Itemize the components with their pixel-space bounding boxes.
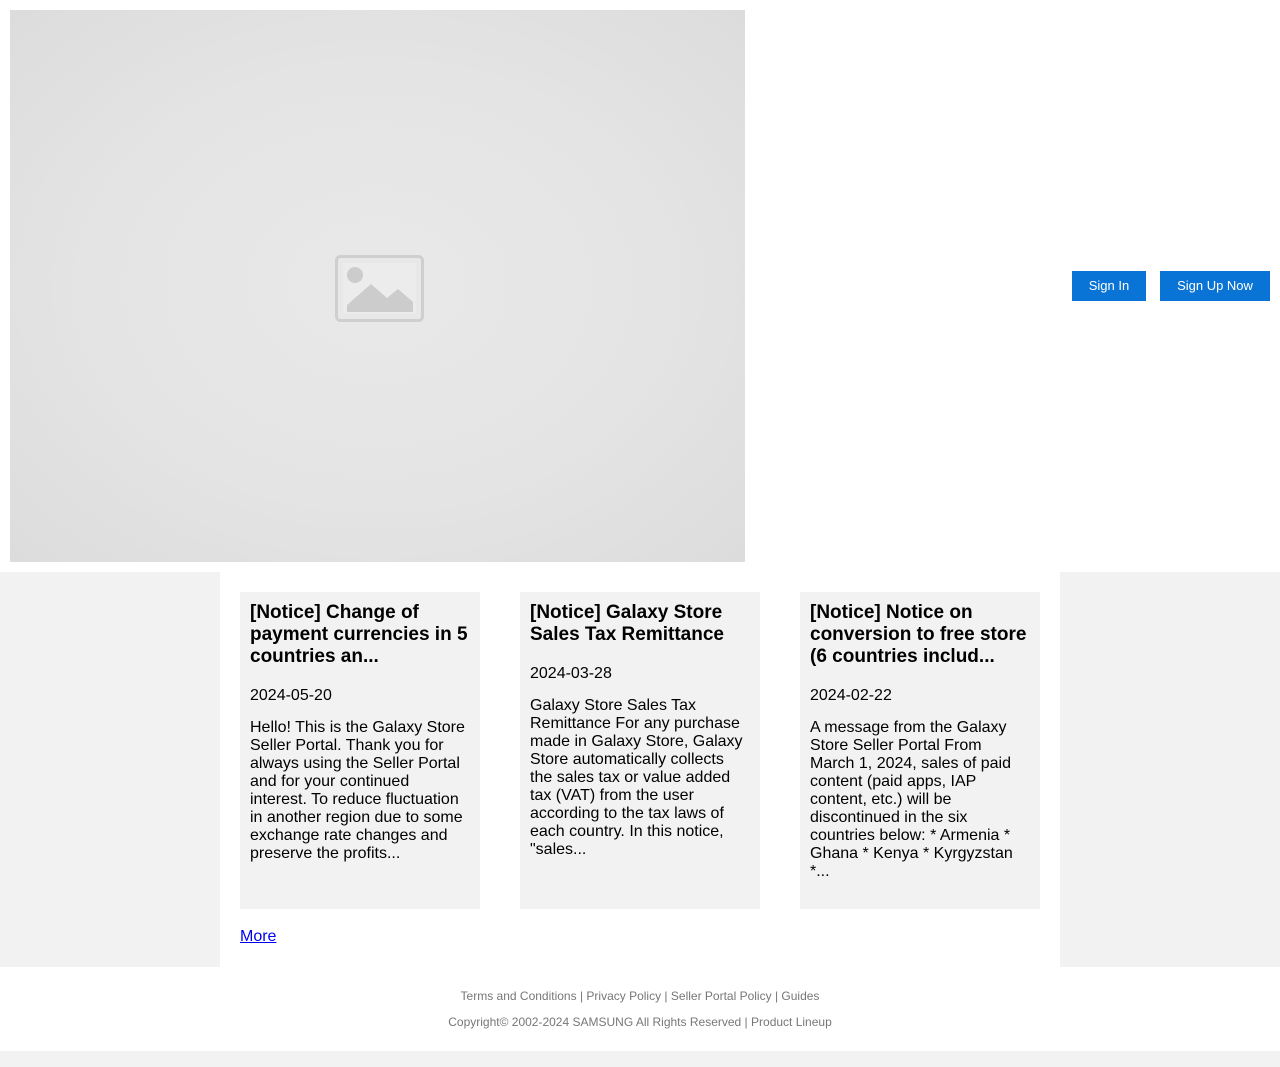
notice-title[interactable]: [Notice] Change of payment currencies in… <box>250 602 470 668</box>
notice-title[interactable]: [Notice] Galaxy Store Sales Tax Remittan… <box>530 602 750 646</box>
footer-copyright-row: Copyright© 2002-2024 SAMSUNG All Rights … <box>0 1015 1280 1029</box>
footer-separator: | <box>741 1015 752 1029</box>
copyright-text: Copyright© 2002-2024 SAMSUNG All Rights … <box>448 1015 742 1029</box>
hero-image <box>10 10 745 562</box>
footer-separator: | <box>661 989 671 1003</box>
more-notices-link[interactable]: More <box>240 928 276 946</box>
footer: Terms and Conditions | Privacy Policy | … <box>0 967 1280 1051</box>
footer-separator: | <box>771 989 782 1003</box>
notice-summary: Galaxy Store Sales Tax Remittance For an… <box>530 697 743 858</box>
guides-link[interactable]: Guides <box>781 989 819 1003</box>
bottom-strip <box>0 1051 1280 1067</box>
notice-date: 2024-02-22 <box>810 687 892 704</box>
privacy-policy-link[interactable]: Privacy Policy <box>586 989 661 1003</box>
footer-links: Terms and Conditions | Privacy Policy | … <box>0 989 1280 1003</box>
sign-in-button[interactable]: Sign In <box>1072 271 1146 301</box>
auth-buttons: Sign In Sign Up Now <box>1072 271 1270 301</box>
notice-title[interactable]: [Notice] Notice on conversion to free st… <box>810 602 1030 668</box>
notice-card[interactable]: [Notice] Notice on conversion to free st… <box>800 592 1040 909</box>
notice-card[interactable]: [Notice] Galaxy Store Sales Tax Remittan… <box>520 592 760 909</box>
terms-link[interactable]: Terms and Conditions <box>461 989 577 1003</box>
notice-card[interactable]: [Notice] Change of payment currencies in… <box>240 592 480 909</box>
footer-separator: | <box>576 989 587 1003</box>
notice-summary: Hello! This is the Galaxy Store Seller P… <box>250 719 465 862</box>
image-placeholder-icon <box>335 255 424 322</box>
notice-date: 2024-03-28 <box>530 665 612 682</box>
product-lineup-link[interactable]: Product Lineup <box>751 1015 832 1029</box>
notices-section: [Notice] Change of payment currencies in… <box>0 572 1280 967</box>
notice-summary: A message from the Galaxy Store Seller P… <box>810 719 1013 880</box>
notice-date: 2024-05-20 <box>250 687 332 704</box>
sign-up-button[interactable]: Sign Up Now <box>1160 271 1270 301</box>
notices-container: [Notice] Change of payment currencies in… <box>220 572 1060 967</box>
seller-portal-policy-link[interactable]: Seller Portal Policy <box>671 989 772 1003</box>
